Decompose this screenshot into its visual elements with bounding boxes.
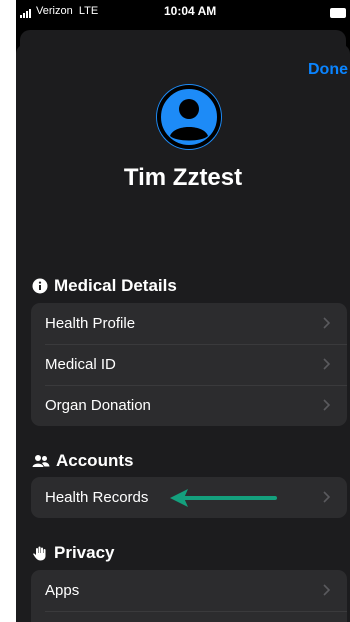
section-title-medical-details: Medical Details <box>32 276 177 296</box>
list-item-partial[interactable] <box>31 611 347 622</box>
chevron-right-icon <box>323 491 331 503</box>
people-icon <box>32 455 50 467</box>
annotation-arrow-icon <box>170 489 277 507</box>
list-item-label: Apps <box>45 582 80 599</box>
hand-icon <box>33 546 46 561</box>
chevron-right-icon <box>323 358 331 370</box>
battery-icon <box>330 8 346 18</box>
phone-screen: Verizon LTE 10:04 AM Done Tim Zztest Med… <box>16 0 350 622</box>
chevron-right-icon <box>323 584 331 596</box>
medical-details-list: Health Profile Medical ID Organ Donation <box>31 303 347 426</box>
avatar[interactable] <box>156 84 222 150</box>
chevron-right-icon <box>323 399 331 411</box>
list-item-label: Health Profile <box>45 315 136 332</box>
list-item-health-profile[interactable]: Health Profile <box>31 303 347 344</box>
chevron-right-icon <box>323 317 331 329</box>
signal-strength-icon <box>20 9 31 18</box>
section-title-privacy: Privacy <box>32 543 115 563</box>
list-item-organ-donation[interactable]: Organ Donation <box>31 385 347 426</box>
section-title-label: Accounts <box>56 451 134 470</box>
section-title-accounts: Accounts <box>32 451 133 471</box>
carrier-label: Verizon LTE <box>36 5 99 17</box>
list-item-label: Health Records <box>45 489 149 506</box>
done-button[interactable]: Done <box>308 61 348 79</box>
status-time: 10:04 AM <box>164 4 217 18</box>
profile-name: Tim Zztest <box>123 164 243 191</box>
info-circle-icon <box>32 278 48 294</box>
section-title-label: Medical Details <box>54 276 177 295</box>
status-bar: Verizon LTE 10:04 AM <box>16 0 350 24</box>
list-item-label: Medical ID <box>45 356 116 373</box>
list-item-apps[interactable]: Apps <box>31 570 347 611</box>
person-icon <box>157 85 221 149</box>
list-item-medical-id[interactable]: Medical ID <box>31 344 347 385</box>
section-title-label: Privacy <box>54 543 115 562</box>
list-item-label: Organ Donation <box>45 397 151 414</box>
privacy-list: Apps <box>31 570 347 622</box>
